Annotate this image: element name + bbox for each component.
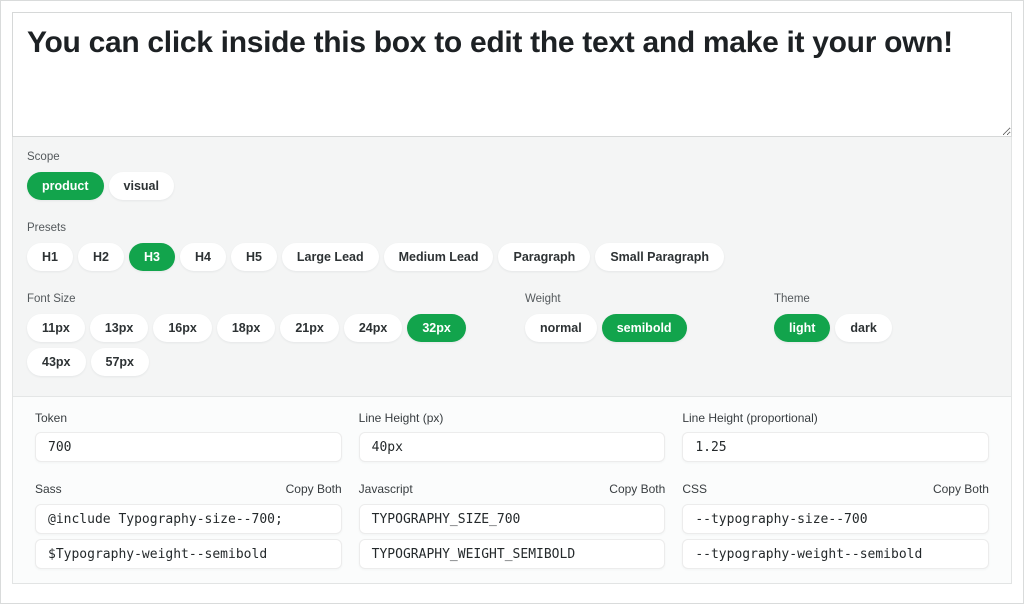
code-line-css-2[interactable]: --typography-weight--semibold: [682, 539, 989, 569]
presets-option-medium-lead[interactable]: Medium Lead: [384, 243, 494, 271]
code-line-javascript-1[interactable]: TYPOGRAPHY_SIZE_700: [359, 504, 666, 534]
line-height-proportional-label: Line Height (proportional): [682, 411, 989, 425]
font-size-option-16px[interactable]: 16px: [153, 314, 212, 342]
token-input[interactable]: [35, 432, 342, 462]
presets-option-large-lead[interactable]: Large Lead: [282, 243, 379, 271]
code-section-css-header: CSS Copy Both: [682, 482, 989, 496]
theme-group: Theme lightdark: [774, 293, 997, 376]
font-size-option-11px[interactable]: 11px: [27, 314, 85, 342]
font-size-option-13px[interactable]: 13px: [90, 314, 149, 342]
controls-section: Scope productvisual Presets H1H2H3H4H5La…: [13, 137, 1011, 397]
copy-both-button-javascript[interactable]: Copy Both: [609, 482, 665, 496]
code-section-sass-label: Sass: [35, 482, 62, 496]
font-size-option-32px[interactable]: 32px: [407, 314, 466, 342]
presets-option-h5[interactable]: H5: [231, 243, 277, 271]
settings-panel: Scope productvisual Presets H1H2H3H4H5La…: [12, 137, 1012, 584]
code-output-row: Sass Copy Both @include Typography-size--7…: [35, 482, 989, 569]
presets-option-h3[interactable]: H3: [129, 243, 175, 271]
line-height-proportional-input[interactable]: [682, 432, 989, 462]
copy-both-button-sass[interactable]: Copy Both: [286, 482, 342, 496]
scope-options: productvisual: [27, 172, 997, 200]
code-section-css: CSS Copy Both --typography-size--700 --typo…: [682, 482, 989, 569]
presets-option-paragraph[interactable]: Paragraph: [498, 243, 590, 271]
theme-options: lightdark: [774, 314, 997, 342]
size-weight-theme-row: Font Size 11px13px16px18px21px24px32px 43…: [27, 293, 997, 376]
code-section-javascript: Javascript Copy Both TYPOGRAPHY_SIZE_700 TY…: [359, 482, 666, 569]
line-height-proportional-field: Line Height (proportional): [682, 411, 989, 462]
weight-group: Weight normalsemibold: [525, 293, 774, 376]
font-size-option-21px[interactable]: 21px: [280, 314, 339, 342]
presets-option-h2[interactable]: H2: [78, 243, 124, 271]
typography-playground: You can click inside this box to edit th…: [12, 12, 1012, 584]
font-size-option-57px[interactable]: 57px: [91, 348, 150, 376]
outputs-section: Token Line Height (px) Line Height (prop…: [13, 397, 1011, 583]
code-section-css-label: CSS: [682, 482, 707, 496]
scope-group: Scope productvisual: [27, 151, 997, 200]
font-size-option-43px[interactable]: 43px: [27, 348, 86, 376]
font-size-label: Font Size: [27, 293, 525, 305]
token-field-label: Token: [35, 411, 342, 425]
presets-option-small-paragraph[interactable]: Small Paragraph: [595, 243, 724, 271]
code-section-sass-header: Sass Copy Both: [35, 482, 342, 496]
code-section-javascript-label: Javascript: [359, 482, 413, 496]
code-line-css-1[interactable]: --typography-size--700: [682, 504, 989, 534]
code-line-sass-2[interactable]: $Typography-weight--semibold: [35, 539, 342, 569]
presets-group: Presets H1H2H3H4H5Large LeadMedium LeadP…: [27, 222, 997, 271]
weight-option-normal[interactable]: normal: [525, 314, 597, 342]
preview-text-editor[interactable]: You can click inside this box to edit th…: [12, 12, 1012, 137]
token-field: Token: [35, 411, 342, 462]
weight-label: Weight: [525, 293, 774, 305]
presets-options: H1H2H3H4H5Large LeadMedium LeadParagraph…: [27, 243, 997, 271]
font-size-option-18px[interactable]: 18px: [217, 314, 276, 342]
presets-label: Presets: [27, 222, 997, 234]
code-section-javascript-header: Javascript Copy Both: [359, 482, 666, 496]
weight-option-semibold[interactable]: semibold: [602, 314, 687, 342]
theme-option-dark[interactable]: dark: [835, 314, 891, 342]
line-height-px-label: Line Height (px): [359, 411, 666, 425]
scope-option-visual[interactable]: visual: [109, 172, 174, 200]
line-height-px-field: Line Height (px): [359, 411, 666, 462]
line-height-px-input[interactable]: [359, 432, 666, 462]
presets-option-h4[interactable]: H4: [180, 243, 226, 271]
font-size-group: Font Size 11px13px16px18px21px24px32px 43…: [27, 293, 525, 376]
code-section-sass: Sass Copy Both @include Typography-size--7…: [35, 482, 342, 569]
theme-label: Theme: [774, 293, 997, 305]
token-fields-row: Token Line Height (px) Line Height (prop…: [35, 411, 989, 462]
copy-both-button-css[interactable]: Copy Both: [933, 482, 989, 496]
presets-option-h1[interactable]: H1: [27, 243, 73, 271]
weight-options: normalsemibold: [525, 314, 774, 342]
code-line-javascript-2[interactable]: TYPOGRAPHY_WEIGHT_SEMIBOLD: [359, 539, 666, 569]
scope-label: Scope: [27, 151, 997, 163]
scope-option-product[interactable]: product: [27, 172, 104, 200]
theme-option-light[interactable]: light: [774, 314, 830, 342]
code-line-sass-1[interactable]: @include Typography-size--700;: [35, 504, 342, 534]
font-size-options: 11px13px16px18px21px24px32px 43px57px: [27, 314, 525, 376]
font-size-option-24px[interactable]: 24px: [344, 314, 403, 342]
